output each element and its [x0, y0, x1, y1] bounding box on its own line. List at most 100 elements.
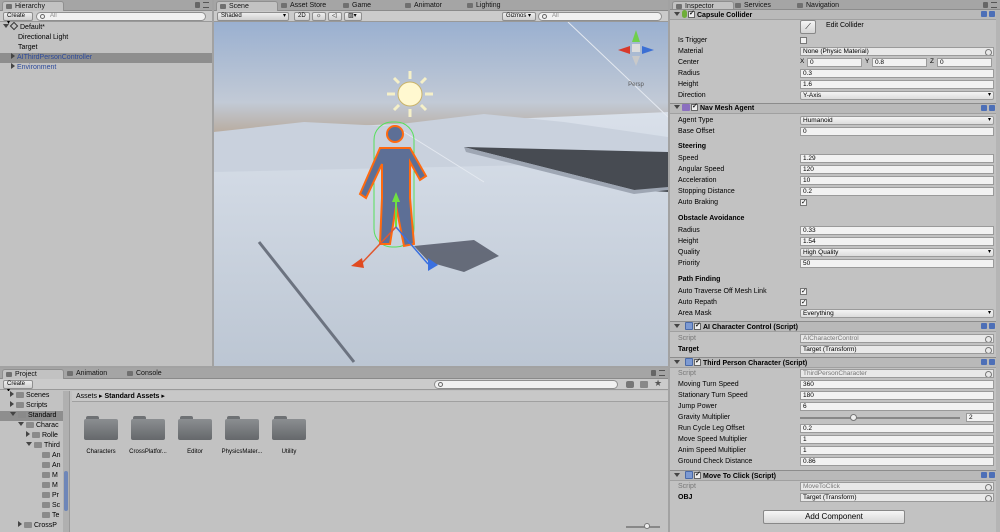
scene-viewport[interactable]: Persp [214, 22, 668, 366]
project-tree-item[interactable]: Sc [0, 501, 69, 511]
auto-braking-checkbox[interactable] [800, 197, 807, 208]
hierarchy-item[interactable]: Target [0, 43, 212, 53]
quality-dropdown[interactable]: High Quality [800, 248, 994, 257]
asset-folder[interactable]: PhysicsMater... [215, 416, 269, 455]
create-button[interactable]: Create ▾ [3, 380, 33, 394]
stationary-turn-speed-field[interactable]: 180 [800, 391, 994, 400]
project-tree-item[interactable]: CrossP [0, 521, 69, 531]
tab-animation[interactable]: Animation [64, 369, 113, 379]
enabled-checkbox[interactable] [694, 470, 701, 480]
asset-folder[interactable]: Editor [168, 416, 222, 455]
enabled-checkbox[interactable] [694, 321, 701, 331]
radius-field[interactable]: 0.3 [800, 69, 994, 78]
hierarchy-search[interactable]: All [36, 12, 206, 21]
asset-folder[interactable]: CrossPlatfor... [121, 416, 175, 455]
gravity-multiplier-field[interactable]: 2 [966, 413, 994, 422]
ai-character-control-header[interactable]: AI Character Control (Script) [670, 321, 1000, 332]
2d-toggle[interactable]: 2D [294, 12, 310, 21]
obstacle-radius-field[interactable]: 0.33 [800, 226, 994, 235]
hierarchy-item-selected[interactable]: AIThirdPersonController [0, 53, 212, 63]
inspector-scrollbar[interactable] [996, 11, 1000, 532]
project-tree-item[interactable]: An [0, 451, 69, 461]
ground-check-field[interactable]: 0.86 [800, 457, 994, 466]
slider-handle[interactable] [644, 523, 650, 529]
lock-icon[interactable] [983, 2, 988, 8]
height-field[interactable]: 1.6 [800, 80, 994, 89]
enabled-checkbox[interactable] [694, 357, 701, 367]
move-speed-field[interactable]: 1 [800, 435, 994, 444]
asset-folder[interactable]: Utility [262, 416, 316, 455]
obstacle-height-field[interactable]: 1.54 [800, 237, 994, 246]
project-tree-item-selected[interactable]: Standard [0, 411, 69, 421]
enabled-checkbox[interactable] [691, 102, 698, 112]
persp-label[interactable]: Persp [628, 82, 644, 88]
jump-power-field[interactable]: 6 [800, 402, 994, 411]
add-component-button[interactable]: Add Component [763, 510, 905, 524]
auto-repath-checkbox[interactable] [800, 297, 807, 308]
zoom-slider[interactable] [626, 523, 660, 529]
component-menu-icon[interactable] [979, 105, 997, 113]
anim-speed-field[interactable]: 1 [800, 446, 994, 455]
acceleration-field[interactable]: 10 [800, 176, 994, 185]
menu-icon[interactable] [659, 370, 665, 376]
project-tree-item[interactable]: Scenes [0, 391, 69, 401]
priority-field[interactable]: 50 [800, 259, 994, 268]
filter-type-icon[interactable] [626, 381, 634, 388]
tab-scene[interactable]: Scene [216, 1, 278, 11]
star-icon[interactable]: ★ [654, 378, 662, 389]
enabled-checkbox[interactable] [688, 9, 695, 19]
center-z-field[interactable]: 0 [937, 58, 992, 67]
nav-mesh-agent-header[interactable]: Nav Mesh Agent [670, 102, 1000, 114]
tab-hierarchy[interactable]: Hierarchy [2, 1, 64, 11]
lock-icon[interactable] [651, 370, 656, 376]
scene-root[interactable]: Default* [0, 21, 212, 33]
direction-dropdown[interactable]: Y-Axis [800, 91, 994, 100]
hierarchy-item[interactable]: Directional Light [0, 33, 212, 43]
menu-icon[interactable] [991, 2, 997, 8]
component-menu-icon[interactable] [979, 11, 997, 19]
lock-icon[interactable] [195, 2, 200, 8]
tree-scrollbar[interactable] [63, 391, 69, 532]
gravity-slider-track[interactable] [800, 414, 960, 421]
create-button[interactable]: Create ▾ [3, 12, 33, 26]
project-tree-item[interactable]: Pr [0, 491, 69, 501]
scene-search[interactable]: All [538, 12, 662, 21]
target-field[interactable]: Target (Transform) [800, 345, 994, 354]
asset-folder[interactable]: Characters [74, 416, 128, 455]
menu-icon[interactable] [203, 2, 209, 8]
center-x-field[interactable]: 0 [807, 58, 862, 67]
angular-speed-field[interactable]: 120 [800, 165, 994, 174]
component-menu-icon[interactable] [979, 472, 997, 480]
filter-label-icon[interactable] [640, 381, 648, 388]
agent-type-dropdown[interactable]: Humanoid [800, 116, 994, 125]
third-person-character-header[interactable]: Third Person Character (Script) [670, 357, 1000, 368]
project-tree-item[interactable]: M [0, 481, 69, 491]
obj-field[interactable]: Target (Transform) [800, 493, 994, 502]
breadcrumb-item[interactable]: Standard Assets [104, 393, 159, 400]
tab-asset-store[interactable]: Asset Store [278, 1, 332, 11]
component-menu-icon[interactable] [979, 359, 997, 367]
area-mask-dropdown[interactable]: Everything [800, 309, 994, 318]
run-cycle-field[interactable]: 0.2 [800, 424, 994, 433]
edit-collider-button[interactable]: ⟋ [800, 20, 816, 34]
moving-turn-speed-field[interactable]: 360 [800, 380, 994, 389]
capsule-collider-header[interactable]: Capsule Collider [670, 9, 1000, 20]
project-tree-item[interactable]: Rolle [0, 431, 69, 441]
hierarchy-item[interactable]: Environment [0, 63, 212, 73]
gizmos-dropdown[interactable]: Gizmos ▾ [502, 12, 536, 21]
gravity-slider-handle[interactable] [850, 414, 857, 421]
effects-dropdown-icon[interactable]: ▨▾ [344, 12, 362, 21]
center-x[interactable]: X0 [800, 58, 862, 67]
is-trigger-checkbox[interactable] [800, 37, 807, 44]
center-y-field[interactable]: 0.8 [872, 58, 927, 67]
tab-lighting[interactable]: Lighting [464, 1, 507, 11]
center-y[interactable]: Y 0.8 [865, 58, 927, 67]
project-tree-item[interactable]: M [0, 471, 69, 481]
project-search[interactable] [434, 380, 618, 389]
project-tree-item[interactable]: Charac [0, 421, 69, 431]
speed-field[interactable]: 1.29 [800, 154, 994, 163]
scrollbar-thumb[interactable] [64, 471, 68, 511]
move-to-click-header[interactable]: Move To Click (Script) [670, 470, 1000, 481]
project-tree-item[interactable]: Te [0, 511, 69, 521]
audio-toggle-icon[interactable]: ◁ [328, 12, 342, 21]
